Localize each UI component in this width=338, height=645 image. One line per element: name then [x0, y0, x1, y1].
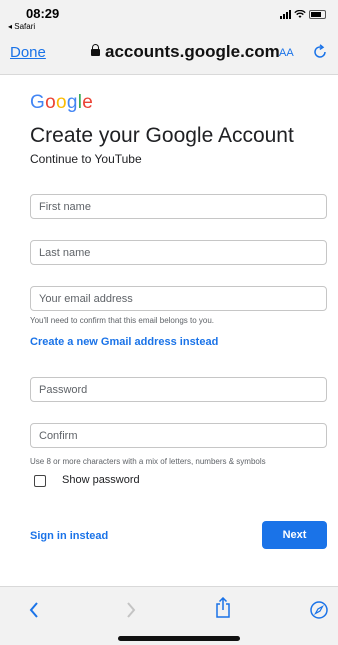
logo-letter: o	[45, 92, 56, 113]
confirm-password-field[interactable]	[30, 423, 327, 448]
status-time: 08:29	[26, 6, 60, 21]
last-name-field[interactable]	[30, 240, 327, 265]
page-subtitle: Continue to YouTube	[30, 152, 142, 166]
back-to-app-link[interactable]: ◂ Safari	[8, 22, 35, 31]
logo-letter: G	[30, 92, 46, 113]
address-text[interactable]: accounts.google.com	[105, 42, 280, 62]
battery-icon	[309, 10, 326, 19]
email-field[interactable]	[30, 286, 327, 311]
system-icons	[280, 10, 326, 19]
done-button[interactable]: Done	[10, 44, 46, 61]
lock-icon	[91, 44, 100, 56]
logo-letter: e	[82, 92, 94, 113]
next-button[interactable]: Next	[262, 521, 327, 549]
show-password-checkbox[interactable]	[34, 475, 46, 487]
reload-icon[interactable]	[312, 43, 328, 61]
show-password-label[interactable]: Show password	[62, 474, 140, 486]
forward-icon	[127, 602, 136, 618]
home-indicator	[118, 636, 240, 641]
create-gmail-link[interactable]: Create a new Gmail address instead	[30, 336, 218, 348]
logo-letter: o	[55, 92, 67, 113]
page-title: Create your Google Account	[30, 124, 294, 147]
password-helper-text: Use 8 or more characters with a mix of l…	[30, 457, 266, 466]
first-name-field[interactable]	[30, 194, 327, 219]
back-icon[interactable]	[28, 601, 40, 619]
email-helper-text: You'll need to confirm that this email b…	[30, 316, 215, 325]
wifi-icon	[294, 10, 306, 18]
text-size-button[interactable]: AA	[279, 47, 294, 59]
google-logo: Google	[30, 92, 93, 114]
url-bar: Done accounts.google.com AA	[0, 34, 338, 75]
sign-in-instead-link[interactable]: Sign in instead	[30, 530, 108, 542]
password-field[interactable]	[30, 377, 327, 402]
status-bar: 08:29 ◂ Safari	[0, 0, 338, 34]
compass-icon[interactable]	[309, 600, 329, 620]
signal-icon	[280, 10, 291, 19]
share-icon[interactable]	[214, 597, 232, 619]
logo-letter: g	[66, 92, 78, 113]
